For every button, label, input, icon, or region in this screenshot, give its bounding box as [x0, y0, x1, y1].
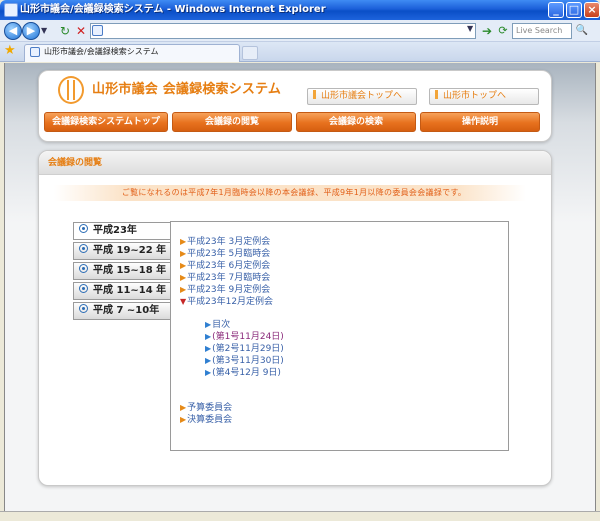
triangle-right-icon: ▶	[180, 249, 187, 258]
assembly-top-link[interactable]: 山形市議会トップへ	[307, 88, 417, 105]
stop-icon[interactable]: ✕	[74, 24, 88, 38]
session-label: 平成23年12月定例会	[187, 297, 274, 307]
triangle-right-icon: ▶	[180, 285, 187, 294]
refresh-icon[interactable]: ↻	[58, 24, 72, 38]
section-header-bar	[39, 151, 551, 175]
triangle-right-icon: ▶	[205, 368, 212, 377]
year-tab-h11-14[interactable]: 平成 11~14 年	[73, 282, 171, 300]
circle-dot-icon	[79, 244, 88, 253]
sub-item-label: (第1号11月24日)	[212, 332, 284, 342]
session-link-expanded[interactable]: ▼平成23年12月定例会	[180, 296, 273, 308]
triangle-right-icon: ▶	[180, 273, 187, 282]
new-tab-button[interactable]	[242, 46, 258, 60]
go-arrow-icon[interactable]: ➔	[480, 24, 494, 38]
maximize-button[interactable]: □	[566, 2, 582, 18]
year-tab-label: 平成23年	[93, 225, 137, 236]
committee-link-budget[interactable]: ▶予算委員会	[180, 402, 232, 414]
sub-item-label: (第3号11月30日)	[212, 356, 284, 366]
triangle-right-icon: ▶	[180, 261, 187, 270]
session-label: 平成23年 5月臨時会	[187, 249, 271, 259]
history-dropdown-icon[interactable]: ▼	[41, 26, 47, 35]
ie-app-icon	[4, 3, 18, 17]
session-link[interactable]: ▶平成23年 7月臨時会	[180, 272, 270, 284]
sub-item-link[interactable]: ▶(第3号11月30日)	[205, 355, 284, 367]
nav-tab-system-top[interactable]: 会議録検索システムトップ	[44, 112, 168, 132]
triangle-right-icon: ▶	[180, 415, 187, 424]
triangle-right-icon: ▶	[205, 332, 212, 341]
sub-item-link[interactable]: ▶(第4号12月 9日)	[205, 367, 281, 379]
triangle-right-icon: ▶	[180, 237, 187, 246]
circle-dot-icon	[79, 284, 88, 293]
sub-item-label: (第2号11月29日)	[212, 344, 284, 354]
triangle-down-icon: ▼	[180, 297, 187, 306]
committee-label: 予算委員会	[187, 403, 233, 413]
year-tab-h19-22[interactable]: 平成 19~22 年	[73, 242, 171, 260]
committee-label: 決算委員会	[187, 415, 233, 425]
sub-item-link[interactable]: ▶目次	[205, 319, 230, 331]
session-link[interactable]: ▶平成23年 6月定例会	[180, 260, 270, 272]
favorites-star-icon[interactable]: ★	[4, 43, 16, 59]
assembly-top-link-label: 山形市議会トップへ	[321, 91, 403, 101]
link-bar-icon	[313, 90, 316, 99]
sub-item-link[interactable]: ▶(第2号11月29日)	[205, 343, 284, 355]
triangle-right-icon: ▶	[205, 344, 212, 353]
tab-page-icon	[30, 47, 40, 57]
sub-item-link[interactable]: ▶(第1号11月24日)	[205, 331, 284, 343]
address-input[interactable]	[90, 23, 476, 39]
session-label: 平成23年 9月定例会	[187, 285, 271, 295]
triangle-right-icon: ▶	[180, 403, 187, 412]
site-title: 山形市議会 会議録検索システム	[92, 82, 282, 97]
nav-tab-search[interactable]: 会議録の検索	[296, 112, 416, 132]
reload-icon[interactable]: ⟳	[496, 24, 510, 38]
notice-text: ご覧になれるのは平成7年1月臨時会以降の本会議録、平成9年1月以降の委員会会議録…	[121, 188, 467, 197]
session-label: 平成23年 6月定例会	[187, 261, 271, 271]
sub-item-label: 目次	[212, 320, 231, 330]
year-tab-h23[interactable]: 平成23年	[73, 222, 172, 240]
link-bar-icon	[435, 90, 438, 99]
search-icon[interactable]: 🔍	[574, 23, 590, 39]
city-top-link[interactable]: 山形市トップへ	[429, 88, 539, 105]
city-logo-icon	[58, 76, 84, 104]
session-link[interactable]: ▶平成23年 9月定例会	[180, 284, 270, 296]
circle-dot-icon	[79, 304, 88, 313]
city-logo-stroke	[73, 80, 75, 100]
year-tab-label: 平成 11~14 年	[93, 285, 167, 296]
circle-dot-icon	[79, 264, 88, 273]
circle-dot-icon	[79, 224, 88, 233]
city-logo-stroke	[67, 80, 69, 100]
search-placeholder: Live Search	[516, 26, 563, 35]
page-icon	[92, 25, 103, 36]
committee-link-settlement[interactable]: ▶決算委員会	[180, 414, 232, 426]
year-tab-h7-10[interactable]: 平成 7 ~10年	[73, 302, 171, 320]
status-bar	[0, 511, 600, 521]
nav-tab-browse[interactable]: 会議録の閲覧	[172, 112, 292, 132]
session-label: 平成23年 7月臨時会	[187, 273, 271, 283]
browser-tab-label: 山形市議会/会議録検索システム	[44, 47, 159, 56]
close-button[interactable]: ×	[584, 2, 600, 18]
back-button[interactable]: ◀	[4, 22, 22, 40]
address-dropdown-icon[interactable]: ▼	[467, 24, 473, 33]
year-tab-label: 平成 19~22 年	[93, 245, 167, 256]
triangle-right-icon: ▶	[205, 320, 212, 329]
year-tab-label: 平成 7 ~10年	[93, 305, 160, 316]
minimize-button[interactable]: _	[548, 2, 564, 18]
section-title: 会議録の閲覧	[48, 158, 103, 168]
city-top-link-label: 山形市トップへ	[443, 91, 507, 101]
nav-tab-help[interactable]: 操作説明	[420, 112, 540, 132]
year-tab-h15-18[interactable]: 平成 15~18 年	[73, 262, 171, 280]
session-label: 平成23年 3月定例会	[187, 237, 271, 247]
sub-item-label: (第4号12月 9日)	[212, 368, 281, 378]
triangle-right-icon: ▶	[205, 356, 212, 365]
year-tab-label: 平成 15~18 年	[93, 265, 167, 276]
session-link[interactable]: ▶平成23年 5月臨時会	[180, 248, 270, 260]
session-link[interactable]: ▶平成23年 3月定例会	[180, 236, 270, 248]
window-title: 山形市議会/会議録検索システム - Windows Internet Explo…	[20, 4, 326, 15]
forward-button[interactable]: ▶	[22, 22, 40, 40]
